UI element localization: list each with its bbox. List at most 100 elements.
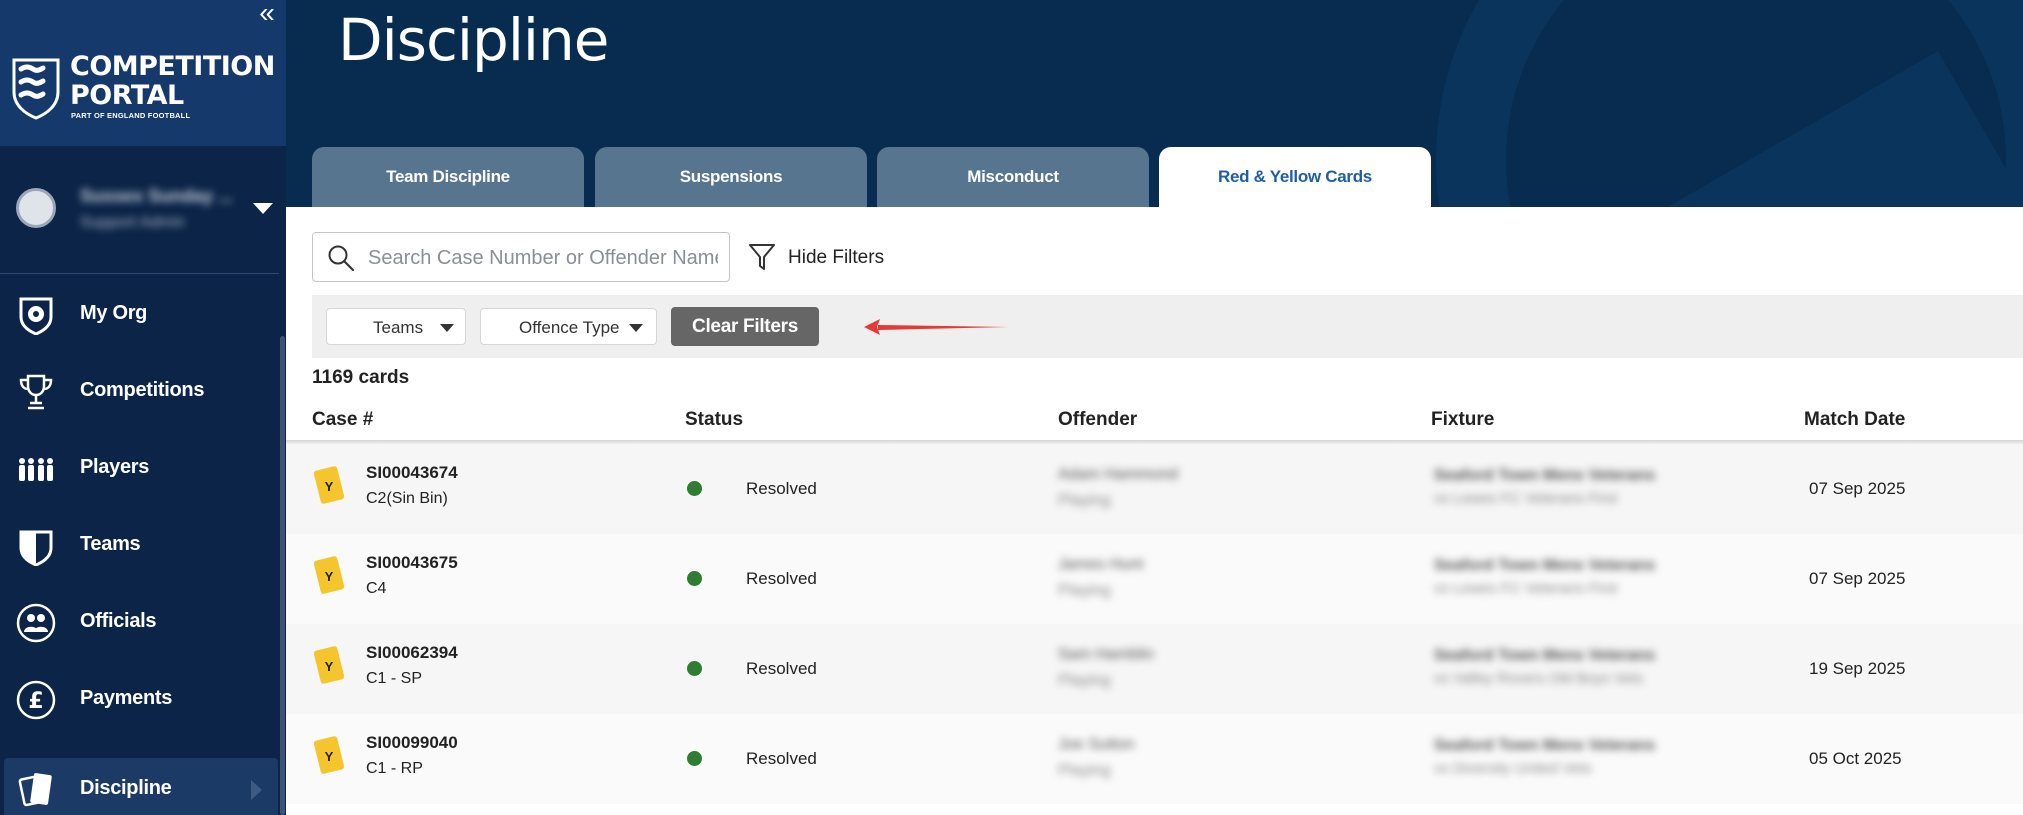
status-badge: Resolved: [746, 659, 817, 678]
match-date: 07 Sep 2025: [1809, 479, 1906, 498]
sidebar-scrollbar-thumb[interactable]: [280, 336, 285, 815]
sidebar-item-officials[interactable]: Officials: [0, 591, 274, 651]
filter-bar: Teams Offence Type Clear Filters: [312, 295, 2023, 358]
avatar: [16, 188, 56, 228]
search-field[interactable]: [312, 232, 730, 282]
table-row[interactable]: Y SI00099040 C1 - RP Resolved Joe Sutton…: [286, 714, 2023, 804]
team-shield-icon: [19, 530, 53, 566]
chevron-right-icon: [251, 780, 262, 800]
fixture-team: Seaford Town Mens Veterans: [1434, 737, 1656, 754]
match-date: 19 Sep 2025: [1809, 659, 1906, 678]
chevron-down-icon[interactable]: [253, 203, 273, 214]
tab-team-discipline[interactable]: Team Discipline: [312, 147, 584, 207]
collapse-sidebar-button[interactable]: «: [252, 0, 282, 30]
tab-misconduct[interactable]: Misconduct: [877, 147, 1149, 207]
tab-suspensions[interactable]: Suspensions: [595, 147, 867, 207]
fixture-opponent: vs Valley Rovers Old Boys Vets: [1434, 670, 1643, 687]
sidebar-item-players[interactable]: Players: [0, 437, 274, 497]
user-profile[interactable]: Sussex Sunday ... Support Admin: [0, 146, 286, 274]
svg-text:Y: Y: [325, 479, 334, 494]
page-title: Discipline: [338, 6, 609, 74]
fixture-opponent: vs Diversity United Vets: [1434, 760, 1592, 777]
match-date: 05 Oct 2025: [1809, 749, 1902, 768]
offence-code: C1 - SP: [366, 670, 423, 687]
table-row[interactable]: Y SI00043675 C4 Resolved James Hunt Play…: [286, 534, 2023, 624]
offender-name: Sam Hamblin: [1058, 646, 1155, 663]
trophy-icon: [19, 374, 53, 410]
case-number[interactable]: SI00062394: [366, 643, 458, 663]
three-lions-crest-icon: [12, 58, 60, 120]
status-badge: Resolved: [746, 749, 817, 768]
user-name: Sussex Sunday ...: [80, 186, 234, 206]
fixture-team: Seaford Town Mens Veterans: [1434, 557, 1656, 574]
column-header-status[interactable]: Status: [685, 409, 743, 431]
annotation-arrow-icon: [864, 319, 1008, 335]
status-badge: Resolved: [746, 569, 817, 588]
offender-role: Playing: [1058, 492, 1111, 509]
teams-dropdown[interactable]: Teams: [326, 308, 466, 345]
fixture-team: Seaford Town Mens Veterans: [1434, 647, 1656, 664]
column-header-fixture[interactable]: Fixture: [1431, 409, 1494, 431]
sidebar-item-label: Payments: [80, 687, 173, 709]
search-icon: [328, 245, 355, 272]
sidebar-item-teams[interactable]: Teams: [0, 514, 274, 574]
user-role: Support Admin: [80, 214, 185, 231]
yellow-card-icon: Y: [313, 466, 345, 504]
case-number[interactable]: SI00099040: [366, 733, 458, 753]
brand-title-line1: COMPETITION: [70, 51, 275, 82]
sidebar-item-my-org[interactable]: My Org: [0, 283, 274, 343]
officials-icon: [16, 603, 56, 643]
column-header-match-date[interactable]: Match Date: [1804, 409, 1905, 431]
sidebar-item-competitions[interactable]: Competitions: [0, 360, 274, 420]
match-date: 07 Sep 2025: [1809, 569, 1906, 588]
sidebar-item-payments[interactable]: £ Payments: [0, 668, 274, 728]
page-header: Discipline Team Discipline Suspensions M…: [286, 0, 2023, 207]
hide-filters-label: Hide Filters: [788, 247, 885, 268]
column-header-case[interactable]: Case #: [312, 409, 373, 431]
status-dot: [687, 751, 702, 766]
chevron-down-icon: [440, 324, 454, 332]
sidebar-item-label: My Org: [80, 302, 148, 324]
sidebar-item-discipline[interactable]: Discipline: [4, 758, 278, 815]
cards-icon: [18, 773, 52, 807]
svg-text:Y: Y: [325, 569, 334, 584]
results-count: 1169 cards: [312, 367, 410, 388]
svg-text:Y: Y: [325, 659, 334, 674]
players-group-icon: [19, 458, 53, 481]
brand-block: « COMPETITION PORTAL PART OF ENGLAND FOO…: [0, 0, 286, 146]
table-row[interactable]: Y SI00043674 C2(Sin Bin) Resolved Adam H…: [286, 444, 2023, 534]
status-dot: [687, 661, 702, 676]
search-input[interactable]: [368, 244, 718, 272]
column-header-offender[interactable]: Offender: [1058, 409, 1137, 431]
svg-text:Y: Y: [325, 749, 334, 764]
shield-ball-icon: [19, 297, 53, 335]
offence-code: C1 - RP: [366, 760, 423, 777]
table-row[interactable]: Y SI00062394 C1 - SP Resolved Sam Hambli…: [286, 624, 2023, 714]
offender-role: Playing: [1058, 582, 1111, 599]
case-number[interactable]: SI00043675: [366, 553, 458, 573]
status-dot: [687, 481, 702, 496]
offender-role: Playing: [1058, 672, 1111, 689]
brand-title: COMPETITION PORTAL: [70, 52, 275, 110]
case-number[interactable]: SI00043674: [366, 463, 458, 483]
brand-title-line2: PORTAL: [70, 80, 184, 111]
offence-type-dropdown-label: Offence Type: [519, 318, 620, 337]
sidebar-item-label: Competitions: [80, 379, 205, 401]
tab-red-yellow-cards[interactable]: Red & Yellow Cards: [1159, 147, 1431, 207]
offence-type-dropdown[interactable]: Offence Type: [480, 308, 657, 345]
offender-name: Adam Hammond: [1058, 466, 1179, 483]
sidebar-item-label: Teams: [80, 533, 141, 555]
fixture-team: Seaford Town Mens Veterans: [1434, 467, 1656, 484]
offender-name: Joe Sutton: [1058, 736, 1135, 753]
chevron-down-icon: [629, 324, 643, 332]
svg-text:£: £: [28, 689, 43, 714]
brand-subtitle: PART OF ENGLAND FOOTBALL: [71, 111, 191, 120]
sidebar-item-label: Officials: [80, 610, 157, 632]
yellow-card-icon: Y: [313, 736, 345, 774]
clear-filters-button[interactable]: Clear Filters: [671, 307, 819, 346]
yellow-card-icon: Y: [313, 556, 345, 594]
status-dot: [687, 571, 702, 586]
pound-icon: £: [16, 680, 56, 720]
offender-role: Playing: [1058, 762, 1111, 779]
fixture-opponent: vs Lewes FC Veterans First: [1434, 580, 1618, 597]
